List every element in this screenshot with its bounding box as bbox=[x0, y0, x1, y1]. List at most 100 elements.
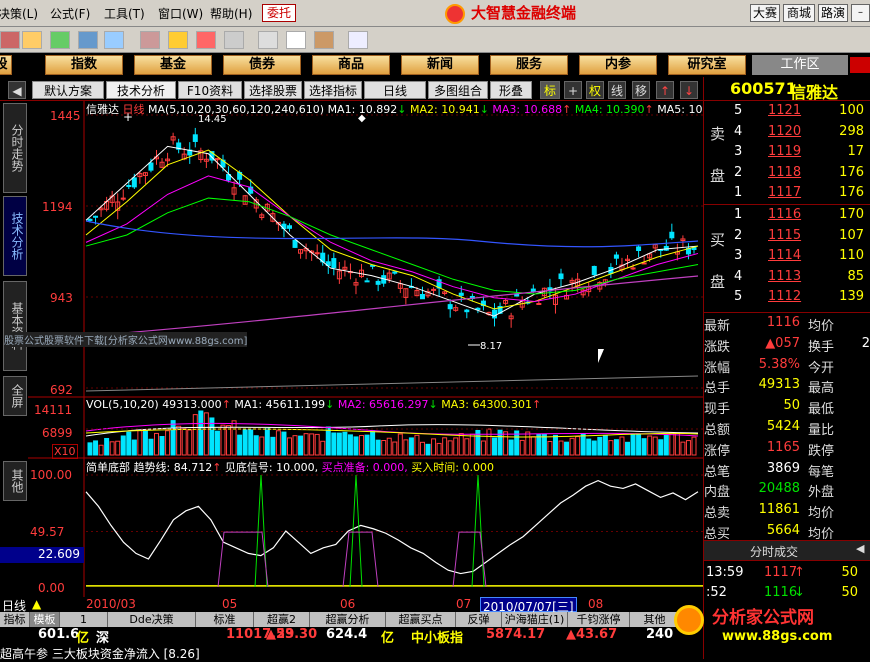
quote-panel: 600571 信雅达 卖 盘 5 1121 100 4 1120 298 3 1119 17 2 1… bbox=[674, 77, 870, 659]
side-tab-technical[interactable]: 技术分析 bbox=[3, 196, 27, 276]
down-arrow-icon[interactable]: ↓ bbox=[680, 81, 698, 99]
menu-window[interactable]: 窗口(W) bbox=[158, 5, 203, 22]
nav-research[interactable]: 研究室 bbox=[668, 55, 746, 75]
tool-icon-5[interactable] bbox=[104, 31, 124, 49]
tool-icon-3[interactable] bbox=[50, 31, 70, 49]
vol-bar-35 bbox=[281, 431, 287, 456]
func-chaoying-analysis[interactable]: 超赢分析 bbox=[310, 612, 386, 627]
func-1[interactable]: 1 bbox=[60, 612, 108, 627]
binocular-icon[interactable] bbox=[78, 31, 98, 49]
tab-move[interactable]: 移 bbox=[632, 81, 650, 99]
tab-line[interactable]: 线 bbox=[608, 81, 626, 99]
func-standard[interactable]: 标准 bbox=[196, 612, 254, 627]
tab-daily[interactable]: 日线 bbox=[364, 81, 426, 99]
vol-bar-84 bbox=[552, 434, 558, 456]
dasai-button[interactable]: 大赛 bbox=[750, 4, 780, 22]
period-label: 日线 bbox=[122, 103, 145, 116]
tick-expand-icon[interactable]: ◀ bbox=[856, 542, 864, 555]
tab-tech-analysis[interactable]: 技术分析 bbox=[106, 81, 176, 99]
candle-body-8 bbox=[131, 177, 137, 188]
nav-commodity[interactable]: 商品 bbox=[312, 55, 390, 75]
func-chaoying2[interactable]: 超赢2 bbox=[254, 612, 310, 627]
menu-formula[interactable]: 公式(F) bbox=[50, 5, 90, 22]
kline-chart-area[interactable]: + ◆ 信雅达 日线 MA(5,10,20,30,60,120,240,610) … bbox=[0, 101, 703, 597]
menu-decision[interactable]: 决策(L) bbox=[0, 5, 38, 22]
func-rebound[interactable]: 反弹 bbox=[456, 612, 502, 627]
vol-bar-27 bbox=[237, 434, 243, 456]
func-indicator[interactable]: 指标 bbox=[0, 612, 30, 627]
side-tab-other[interactable]: 其他 bbox=[3, 461, 27, 501]
buy-price-4[interactable]: 1112 bbox=[768, 289, 801, 304]
news-ticker[interactable]: 超高午参 三大板块资金净流入 [8.26] bbox=[0, 645, 200, 662]
sell-price-0[interactable]: 1121 bbox=[768, 103, 801, 118]
nav-stock[interactable]: 股 bbox=[0, 55, 12, 75]
tool-icon-8[interactable] bbox=[196, 31, 216, 49]
y-tick-943: 943 bbox=[50, 291, 73, 305]
site-logo: 分析家公式网 www.88gs.com bbox=[664, 597, 870, 659]
triangle-up-icon[interactable]: ▲ bbox=[32, 597, 41, 611]
tool-icon-9[interactable] bbox=[224, 31, 244, 49]
stat-label-3: 总手 bbox=[704, 381, 731, 397]
tab-prev-arrow-icon[interactable]: ◀ bbox=[8, 81, 26, 99]
weituo-button[interactable]: 委托 bbox=[262, 4, 296, 22]
side-tab-fullscreen[interactable]: 全屏 bbox=[3, 376, 27, 416]
tool-icon-1[interactable] bbox=[0, 31, 20, 49]
window-min-icon[interactable]: – bbox=[851, 4, 870, 22]
nav-bond[interactable]: 债券 bbox=[223, 55, 301, 75]
func-dde[interactable]: Dde决策 bbox=[108, 612, 196, 627]
func-template[interactable]: 模板 bbox=[30, 612, 60, 627]
tab-mark[interactable]: 标 bbox=[540, 81, 560, 99]
menu-tools[interactable]: 工具(T) bbox=[104, 5, 145, 22]
tab-f10[interactable]: F10资料 bbox=[178, 81, 242, 99]
tool-icon-11[interactable] bbox=[286, 31, 306, 49]
tab-overlay[interactable]: 形叠 bbox=[490, 81, 532, 99]
vol-bar-28 bbox=[242, 429, 248, 456]
vol-bar-8 bbox=[131, 439, 137, 456]
nav-neican[interactable]: 内参 bbox=[579, 55, 657, 75]
func-huhai[interactable]: 沪海猫庄(1) bbox=[502, 612, 568, 627]
tab-multi-chart[interactable]: 多图组合 bbox=[428, 81, 488, 99]
ma-value-2: MA3: 10.688 bbox=[488, 103, 563, 116]
nav-fund[interactable]: 基金 bbox=[134, 55, 212, 75]
nav-service[interactable]: 服务 bbox=[490, 55, 568, 75]
vol-multiplier: X10 bbox=[52, 444, 78, 459]
tab-select-stock[interactable]: 选择股票 bbox=[244, 81, 302, 99]
sell-price-3[interactable]: 1118 bbox=[768, 165, 801, 180]
buy-price-3[interactable]: 1113 bbox=[768, 269, 801, 284]
vol-bar-51 bbox=[370, 430, 376, 456]
stat-label2-5: 量比 bbox=[808, 423, 835, 438]
tool-icon-6[interactable] bbox=[140, 31, 160, 49]
tool-icon-7[interactable] bbox=[168, 31, 188, 49]
tool-icon-2[interactable] bbox=[22, 31, 42, 49]
sell-price-2[interactable]: 1119 bbox=[768, 144, 801, 159]
tab-select-indicator[interactable]: 选择指标 bbox=[304, 81, 362, 99]
menu-help[interactable]: 帮助(H) bbox=[210, 5, 252, 22]
buy-price-2[interactable]: 1114 bbox=[768, 248, 801, 263]
buy-price-1[interactable]: 1115 bbox=[768, 228, 801, 243]
workzone-button[interactable]: 工作区 bbox=[752, 55, 848, 75]
plus-icon[interactable]: + bbox=[564, 81, 582, 99]
nav-index[interactable]: 指数 bbox=[45, 55, 123, 75]
print-icon[interactable] bbox=[258, 31, 278, 49]
side-tab-intraday[interactable]: 分时走势 bbox=[3, 103, 27, 193]
sell-price-4[interactable]: 1117 bbox=[768, 185, 801, 200]
nav-news[interactable]: 新闻 bbox=[401, 55, 479, 75]
workzone-arrow-icon[interactable] bbox=[850, 57, 870, 73]
vol-arrow: ↑ bbox=[221, 398, 231, 411]
luyan-button[interactable]: 路演 bbox=[818, 4, 848, 22]
tab-default-scheme[interactable]: 默认方案 bbox=[32, 81, 104, 99]
buy-volume-0: 170 bbox=[839, 207, 864, 222]
books-icon[interactable] bbox=[314, 31, 334, 49]
func-chaoying-buy[interactable]: 超赢买点 bbox=[386, 612, 456, 627]
status-item-1: 亿 bbox=[76, 631, 90, 646]
shangcheng-button[interactable]: 商城 bbox=[783, 4, 815, 22]
vol-bar-44 bbox=[331, 432, 337, 456]
candle-body-67 bbox=[458, 292, 464, 296]
help-cursor-icon[interactable] bbox=[348, 31, 368, 49]
up-arrow-icon[interactable]: ↑ bbox=[656, 81, 674, 99]
func-limitup[interactable]: 千钧涨停 bbox=[568, 612, 630, 627]
buy-price-0[interactable]: 1116 bbox=[768, 207, 801, 222]
side-tab-fundamental[interactable]: 基本资料 bbox=[3, 281, 27, 371]
tab-rights[interactable]: 权 bbox=[586, 81, 604, 99]
sell-price-1[interactable]: 1120 bbox=[768, 124, 801, 139]
